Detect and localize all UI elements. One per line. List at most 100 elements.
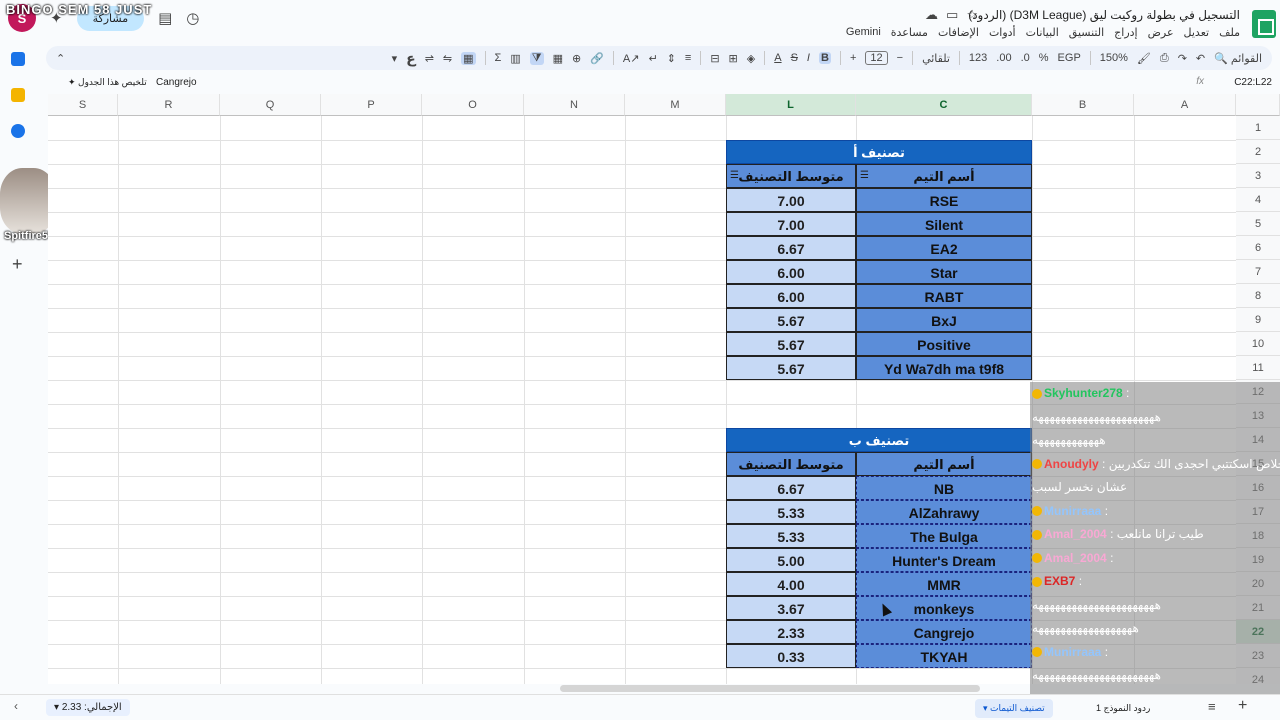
strikethrough-button[interactable]: S [791,52,798,64]
rotate-text-icon[interactable]: A↗ [623,52,640,65]
table-cell-team[interactable]: AlZahrawy [856,500,1032,524]
row-header[interactable]: 9 [1236,308,1280,332]
doc-title[interactable]: التسجيل في بطولة روكيت ليق (D3M League) … [968,8,1240,22]
column-header-B[interactable]: B [1032,94,1134,116]
table-cell-avg[interactable]: 7.00 [726,188,856,212]
vertical-align-icon[interactable]: ⇕ [667,52,676,65]
row-header[interactable]: 2 [1236,140,1280,164]
table_b-header-team[interactable]: أسم التيم [856,452,1032,476]
column-header-N[interactable]: N [524,94,625,116]
sum-indicator[interactable]: ▾ الإجمالي: 2.33 [46,699,130,716]
text-color-button[interactable]: A [774,52,781,64]
star-icon[interactable]: ☆ [966,7,978,23]
table-cell-team[interactable]: BxJ [856,308,1032,332]
table-cell-avg[interactable]: 0.33 [726,644,856,668]
table-cell-avg[interactable]: 6.67 [726,236,856,260]
formula-input[interactable]: Cangrejo [156,77,197,88]
table-cell-avg[interactable]: 3.67 [726,596,856,620]
table_b-header-avg[interactable]: متوسط التصنيف [726,452,856,476]
table-cell-avg[interactable]: 6.00 [726,260,856,284]
cloud-icon[interactable]: ☁ [925,7,938,23]
column-header-A[interactable]: A [1134,94,1236,116]
number-format-button[interactable]: 123 [969,52,987,64]
table-cell-avg[interactable]: 5.33 [726,524,856,548]
more-options-icon[interactable]: ▾ [392,52,398,65]
row-header[interactable]: 5 [1236,212,1280,236]
column-header-P[interactable]: P [321,94,422,116]
table-cell-team[interactable]: RSE [856,188,1032,212]
column-header-L[interactable]: L [726,94,856,116]
calendar-icon[interactable] [11,52,25,66]
menu-item[interactable]: الإضافات [938,26,979,39]
fill-color-icon[interactable]: ◈ [747,52,755,65]
table-cell-team[interactable]: TKYAH [856,644,1032,668]
table-cell-avg[interactable]: 6.67 [726,476,856,500]
table-cell-team[interactable]: MMR [856,572,1032,596]
ltr-icon[interactable]: ⇌ [425,52,434,65]
chart-icon[interactable]: ▦ [553,52,563,65]
undo-icon[interactable]: ↶ [1196,52,1205,65]
font-select[interactable]: تلقائي [922,52,950,65]
menu-item[interactable]: مساعدة [891,26,928,39]
comment-icon[interactable]: ▤ [158,9,172,27]
tab-rankings[interactable]: ▾ تصنيف التيمات [975,699,1053,718]
add-addon-icon[interactable]: + [12,254,23,275]
table-cell-avg[interactable]: 6.00 [726,284,856,308]
font-size-decrease[interactable]: − [897,52,903,64]
font-size-input[interactable]: 12 [865,51,888,65]
comment-add-icon[interactable]: ⊕ [572,52,581,65]
wrap-icon[interactable]: ↵ [648,52,657,65]
column-header-M[interactable]: M [625,94,726,116]
direction-button[interactable]: ع [406,50,416,67]
row-header[interactable]: 10 [1236,332,1280,356]
tab-form-responses[interactable]: ردود النموذج 1 [1088,699,1158,718]
print-icon[interactable]: ⎙ [1160,52,1169,65]
italic-button[interactable]: I [807,52,810,64]
table-cell-team[interactable]: EA2 [856,236,1032,260]
link-icon[interactable]: 🔗 [590,52,604,65]
row-header[interactable]: 8 [1236,284,1280,308]
filter-icon[interactable]: ☰ [860,171,872,181]
table-cell-avg[interactable]: 7.00 [726,212,856,236]
font-size-increase[interactable]: + [850,52,856,64]
rtl-icon[interactable]: ⇋ [443,52,452,65]
history-icon[interactable]: ◷ [186,9,199,27]
increase-decimal-button[interactable]: .00 [996,52,1011,64]
table-cell-avg[interactable]: 5.33 [726,500,856,524]
table-cell-avg[interactable]: 2.33 [726,620,856,644]
table-cell-team[interactable]: Positive [856,332,1032,356]
table-cell-avg[interactable]: 5.67 [726,332,856,356]
paint-format-icon[interactable]: 🖌 [1137,52,1151,65]
table-cell-team[interactable]: The Bulga [856,524,1032,548]
column-header-R[interactable]: R [118,94,220,116]
menu-item[interactable]: عرض [1148,26,1174,39]
menu-item[interactable]: إدراج [1114,26,1137,39]
table-icon[interactable]: ▦ [461,51,476,65]
row-header[interactable]: 11 [1236,356,1280,380]
decrease-decimal-button[interactable]: .0 [1021,52,1030,64]
table_a-header-team[interactable]: أسم التيم [856,164,1032,188]
menu-item[interactable]: التنسيق [1069,26,1104,39]
menu-item[interactable]: البيانات [1026,26,1059,39]
row-header[interactable]: 1 [1236,116,1280,140]
row-header[interactable]: 7 [1236,260,1280,284]
table_a-header-avg[interactable]: متوسط التصنيف [726,164,856,188]
collapse-icon[interactable]: ‹ [14,699,18,713]
bold-button[interactable]: B [818,52,831,64]
corner-cell[interactable] [1236,94,1280,116]
folder-icon[interactable]: ▭ [946,7,958,23]
name-box[interactable]: C22:L22 [1234,77,1272,88]
menu-item[interactable]: تعديل [1184,26,1210,39]
column-header-S[interactable]: S [48,94,118,116]
menu-item[interactable]: أدوات [989,26,1016,39]
table-cell-avg[interactable]: 5.00 [726,548,856,572]
column-header-O[interactable]: O [422,94,524,116]
table-cell-avg[interactable]: 5.67 [726,308,856,332]
keep-icon[interactable] [11,88,25,102]
filter-views-icon[interactable]: ▥ [510,52,520,65]
sheets-logo-icon[interactable] [1252,10,1276,38]
table-cell-team[interactable]: Star [856,260,1032,284]
column-header-Q[interactable]: Q [220,94,321,116]
row-header[interactable]: 3 [1236,164,1280,188]
currency-format[interactable]: EGP [1058,52,1081,64]
